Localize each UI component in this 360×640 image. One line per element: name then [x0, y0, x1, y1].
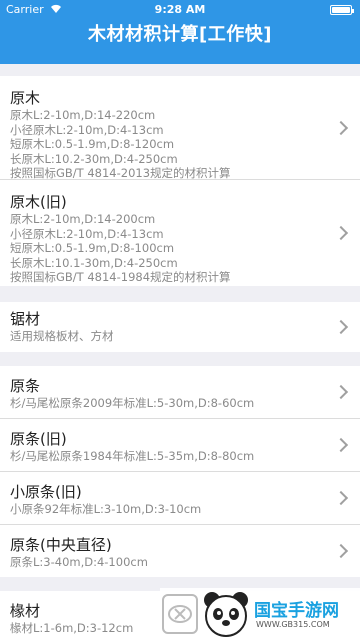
list-item-detail: 按照国标GB/T 4814-2013规定的材积计算 [10, 166, 231, 180]
list-item-detail: 原木L:2-10m,D:14-220cm [10, 108, 156, 122]
list-item-pole-old[interactable]: 原条(旧) 杉/马尾松原条1984年标准L:5-35m,D:8-80cm [0, 419, 360, 472]
list-item-log[interactable]: 原木 原木L:2-10m,D:14-220cm 小径原木L:2-10m,D:4-… [0, 76, 360, 180]
section-gap [0, 352, 360, 366]
list-item-detail: 原木L:2-10m,D:14-200cm [10, 212, 156, 226]
close-badge-icon [162, 594, 198, 634]
page-title: 木材材积计算[工作快] [88, 24, 272, 45]
list-item-pole-mid-diameter[interactable]: 原条(中央直径) 原条L:3-40m,D:4-100cm [0, 525, 360, 577]
chevron-right-icon [333, 437, 349, 453]
section-lumber: 锯材 适用规格板材、方材 [0, 302, 360, 352]
list-item-detail: 小原条92年标准L:3-10m,D:3-10cm [10, 502, 202, 516]
list-item-small-pole-old[interactable]: 小原条(旧) 小原条92年标准L:3-10m,D:3-10cm [0, 472, 360, 525]
list-item-detail: 杉/马尾松原条2009年标准L:5-30m,D:8-60cm [10, 396, 255, 410]
list-item-detail: 小径原木L:2-10m,D:4-13cm [10, 122, 164, 137]
section-pole: 原条 杉/马尾松原条2009年标准L:5-30m,D:8-60cm 原条(旧) … [0, 366, 360, 577]
list-item-title: 锯材 [10, 310, 41, 328]
site-watermark: 国宝手游网 WWW.GB315.COM [160, 588, 360, 640]
list-item-pole[interactable]: 原条 杉/马尾松原条2009年标准L:5-30m,D:8-60cm [0, 366, 360, 419]
status-time: 9:28 AM [154, 3, 206, 16]
chevron-right-icon [333, 384, 349, 400]
list-item-title: 原木 [10, 89, 41, 107]
watermark-brand: 国宝手游网 [254, 601, 339, 621]
list-item-title: 原木(旧) [10, 193, 67, 211]
list-item-detail: 适用规格板材、方材 [10, 329, 114, 343]
chevron-right-icon [333, 490, 349, 506]
section-gap [0, 64, 360, 76]
list-item-detail: 长原木L:10.2-30m,D:4-250cm [10, 151, 178, 166]
list-item-lumber[interactable]: 锯材 适用规格板材、方材 [0, 302, 360, 352]
chevron-right-icon [333, 120, 349, 135]
navigation-bar: 木材材积计算[工作快] [0, 20, 360, 64]
calculator-list: 原木 原木L:2-10m,D:14-220cm 小径原木L:2-10m,D:4-… [0, 64, 360, 640]
section-gap [0, 286, 360, 302]
chevron-right-icon [333, 225, 349, 241]
list-item-detail: 原条L:3-40m,D:4-100cm [10, 555, 148, 569]
list-item-detail: 短原木L:0.5-1.9m,D:8-120cm [10, 137, 175, 151]
list-item-detail: 按照国标GB/T 4814-1984规定的材积计算 [10, 270, 231, 284]
status-bar: Carrier 9:28 AM [0, 0, 360, 20]
list-item-title: 原条 [10, 377, 41, 395]
list-item-title: 原条(中央直径) [10, 536, 112, 554]
chevron-right-icon [333, 543, 349, 559]
list-item-title: 小原条(旧) [10, 483, 82, 501]
list-item-detail: 短原木L:0.5-1.9m,D:8-100cm [10, 241, 175, 255]
list-item-log-old[interactable]: 原木(旧) 原木L:2-10m,D:14-200cm 小径原木L:2-10m,D… [0, 180, 360, 286]
chevron-right-icon [333, 319, 349, 335]
list-item-detail: 长原木L:10.1-30m,D:4-250cm [10, 255, 178, 270]
watermark-site: WWW.GB315.COM [256, 620, 330, 629]
section-log: 原木 原木L:2-10m,D:14-220cm 小径原木L:2-10m,D:4-… [0, 76, 360, 286]
list-item-title: 原条(旧) [10, 430, 67, 448]
list-item-detail: 小径原木L:2-10m,D:4-13cm [10, 226, 164, 241]
list-item-detail: 杉/马尾松原条1984年标准L:5-35m,D:8-80cm [10, 449, 255, 463]
panda-logo-icon [204, 592, 248, 637]
battery-icon [330, 5, 354, 15]
